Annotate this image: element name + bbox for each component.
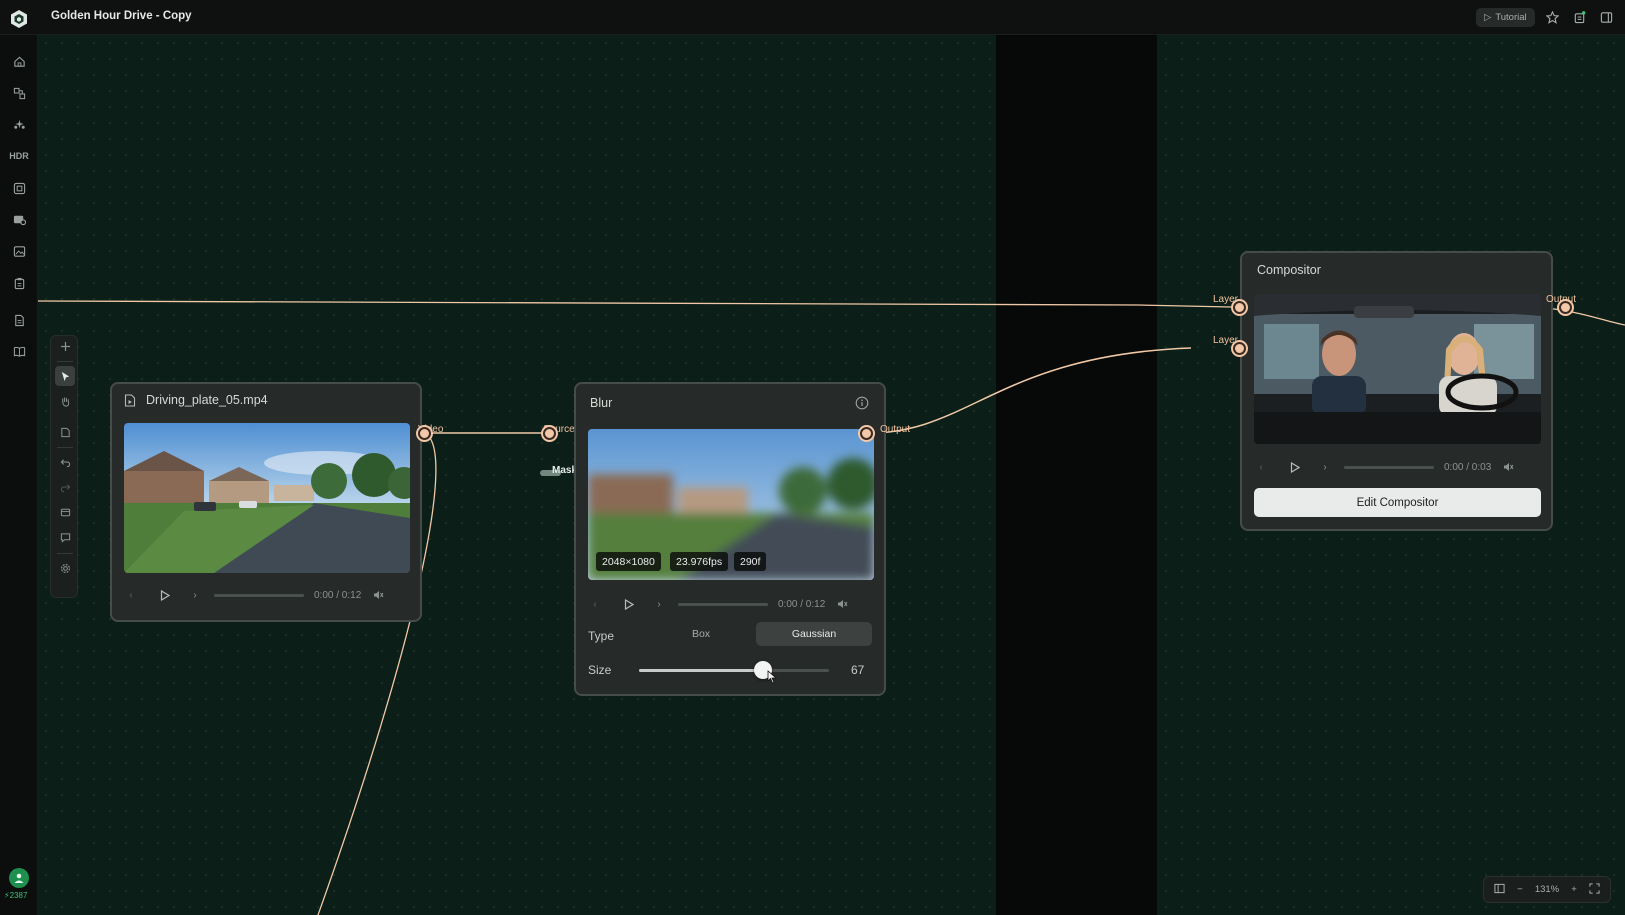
canvas-toolbar (50, 335, 78, 598)
hdr-icon[interactable]: HDR (9, 147, 29, 165)
note-tool-icon[interactable] (55, 422, 75, 442)
blur-playback-controls: ‹ › 0:00 / 0:12 (588, 596, 874, 612)
minimap-icon[interactable] (1494, 883, 1505, 897)
blur-time: 0:00 / 0:12 (778, 598, 826, 610)
settings-gear-icon[interactable] (55, 558, 75, 578)
sparkle-nodes-icon[interactable] (10, 115, 28, 133)
workflow-icon[interactable] (10, 84, 28, 102)
fullscreen-icon[interactable] (1589, 882, 1600, 897)
tutorial-label: Tutorial (1495, 12, 1527, 23)
prev-frame-icon[interactable]: ‹ (588, 597, 602, 611)
resolution-badge: 2048×1080 (596, 552, 661, 571)
zoom-level[interactable]: 131% (1535, 884, 1559, 895)
video-output-port[interactable] (418, 427, 431, 440)
play-icon[interactable] (158, 588, 172, 602)
top-bar: Golden Hour Drive - Copy ▷ Tutorial (0, 0, 1625, 35)
compositor-playback-controls: ‹ › 0:00 / 0:03 (1254, 459, 1541, 475)
app-logo-icon[interactable] (9, 9, 29, 29)
layer2-input-port[interactable] (1233, 342, 1246, 355)
blur-node-title[interactable]: Blur (590, 396, 612, 410)
type-option-box[interactable]: Box (646, 622, 756, 646)
notifications-icon[interactable] (1570, 8, 1588, 26)
video-time: 0:00 / 0:12 (314, 589, 362, 601)
video-node-title[interactable]: Driving_plate_05.mp4 (146, 393, 268, 407)
zoom-out-icon[interactable]: − (1517, 884, 1523, 895)
home-icon[interactable] (10, 52, 28, 70)
compositor-preview[interactable] (1254, 294, 1541, 444)
book-icon[interactable] (10, 342, 28, 360)
frame-icon[interactable] (10, 179, 28, 197)
next-frame-icon[interactable]: › (188, 588, 202, 602)
info-icon[interactable] (855, 396, 869, 415)
blur-preview[interactable]: 2048×1080 23.976fps 290f (588, 429, 874, 580)
size-value: 67 (851, 663, 865, 677)
zoom-controls: − 131% + (1483, 876, 1611, 903)
clipboard-icon[interactable] (10, 274, 28, 292)
document-icon[interactable] (10, 311, 28, 329)
credits-count: ⚡2387 (4, 891, 28, 900)
size-label: Size (588, 663, 612, 677)
mute-icon[interactable] (371, 588, 385, 602)
play-icon[interactable] (1288, 460, 1302, 474)
add-node-icon[interactable] (55, 336, 75, 356)
toolbar-divider (57, 553, 73, 554)
size-slider[interactable] (639, 661, 829, 679)
prev-frame-icon[interactable]: ‹ (1254, 460, 1268, 474)
mouse-cursor-icon (767, 670, 778, 689)
undo-icon[interactable] (55, 452, 75, 472)
video-input-node[interactable]: Driving_plate_05.mp4 ‹ › 0:00 / 0:12 (110, 382, 422, 622)
tutorial-button[interactable]: ▷ Tutorial (1476, 8, 1535, 27)
type-label: Type (588, 629, 615, 643)
file-icon (124, 394, 136, 407)
toolbar-divider (57, 447, 73, 448)
mute-icon[interactable] (835, 597, 849, 611)
slider-fill (639, 669, 763, 672)
framecount-badge: 290f (734, 552, 767, 571)
prev-frame-icon[interactable]: ‹ (124, 588, 138, 602)
video-preview[interactable] (124, 423, 410, 573)
next-frame-icon[interactable]: › (1318, 460, 1332, 474)
node-canvas[interactable]: Driving_plate_05.mp4 ‹ › 0:00 / 0:12 Vid… (38, 35, 1625, 915)
redo-icon[interactable] (55, 477, 75, 497)
star-icon[interactable] (1543, 8, 1561, 26)
group-tool-icon[interactable] (55, 502, 75, 522)
blur-source-port[interactable] (543, 427, 556, 440)
compositor-output-port[interactable] (1559, 301, 1572, 314)
framerate-badge: 23.976fps (670, 552, 729, 571)
blur-output-label: Output (880, 424, 911, 435)
mute-icon[interactable] (1501, 460, 1515, 474)
zoom-in-icon[interactable]: + (1571, 884, 1577, 895)
compositor-node-title[interactable]: Compositor (1257, 263, 1321, 277)
type-option-gaussian[interactable]: Gaussian (756, 622, 872, 646)
toolbar-divider (57, 361, 73, 362)
layer1-input-port[interactable] (1233, 301, 1246, 314)
suburban-street-thumbnail (124, 423, 410, 573)
gallery-icon[interactable] (10, 242, 28, 260)
select-tool-icon[interactable] (55, 366, 75, 386)
car-interior-thumbnail (1254, 294, 1541, 444)
wire-output-to-layer2 (865, 347, 1192, 434)
compositor-scrubber[interactable] (1344, 465, 1434, 469)
compositor-time: 0:00 / 0:03 (1444, 461, 1492, 473)
video-scrubber[interactable] (214, 593, 304, 597)
video-playback-controls: ‹ › 0:00 / 0:12 (124, 587, 410, 603)
hand-tool-icon[interactable] (55, 391, 75, 411)
user-avatar[interactable] (9, 868, 29, 888)
document-title[interactable]: Golden Hour Drive - Copy (51, 10, 192, 22)
blur-output-port[interactable] (860, 427, 873, 440)
play-icon: ▷ (1484, 12, 1492, 23)
wire-to-layer1 (38, 300, 1232, 308)
panel-toggle-icon[interactable] (1597, 8, 1615, 26)
play-icon[interactable] (622, 597, 636, 611)
next-frame-icon[interactable]: › (652, 597, 666, 611)
media-icon[interactable] (10, 210, 28, 228)
left-sidebar: HDR ⚡2387 (0, 35, 38, 915)
blur-node[interactable]: Blur 2048×1080 23.976fps 290f ‹ › 0:00 /… (574, 382, 886, 696)
compositor-node[interactable]: Compositor ‹ › 0:00 / 0:03 Edit Composit… (1240, 251, 1553, 531)
comment-icon[interactable] (55, 527, 75, 547)
edit-compositor-button[interactable]: Edit Compositor (1254, 488, 1541, 517)
blur-scrubber[interactable] (678, 602, 768, 606)
